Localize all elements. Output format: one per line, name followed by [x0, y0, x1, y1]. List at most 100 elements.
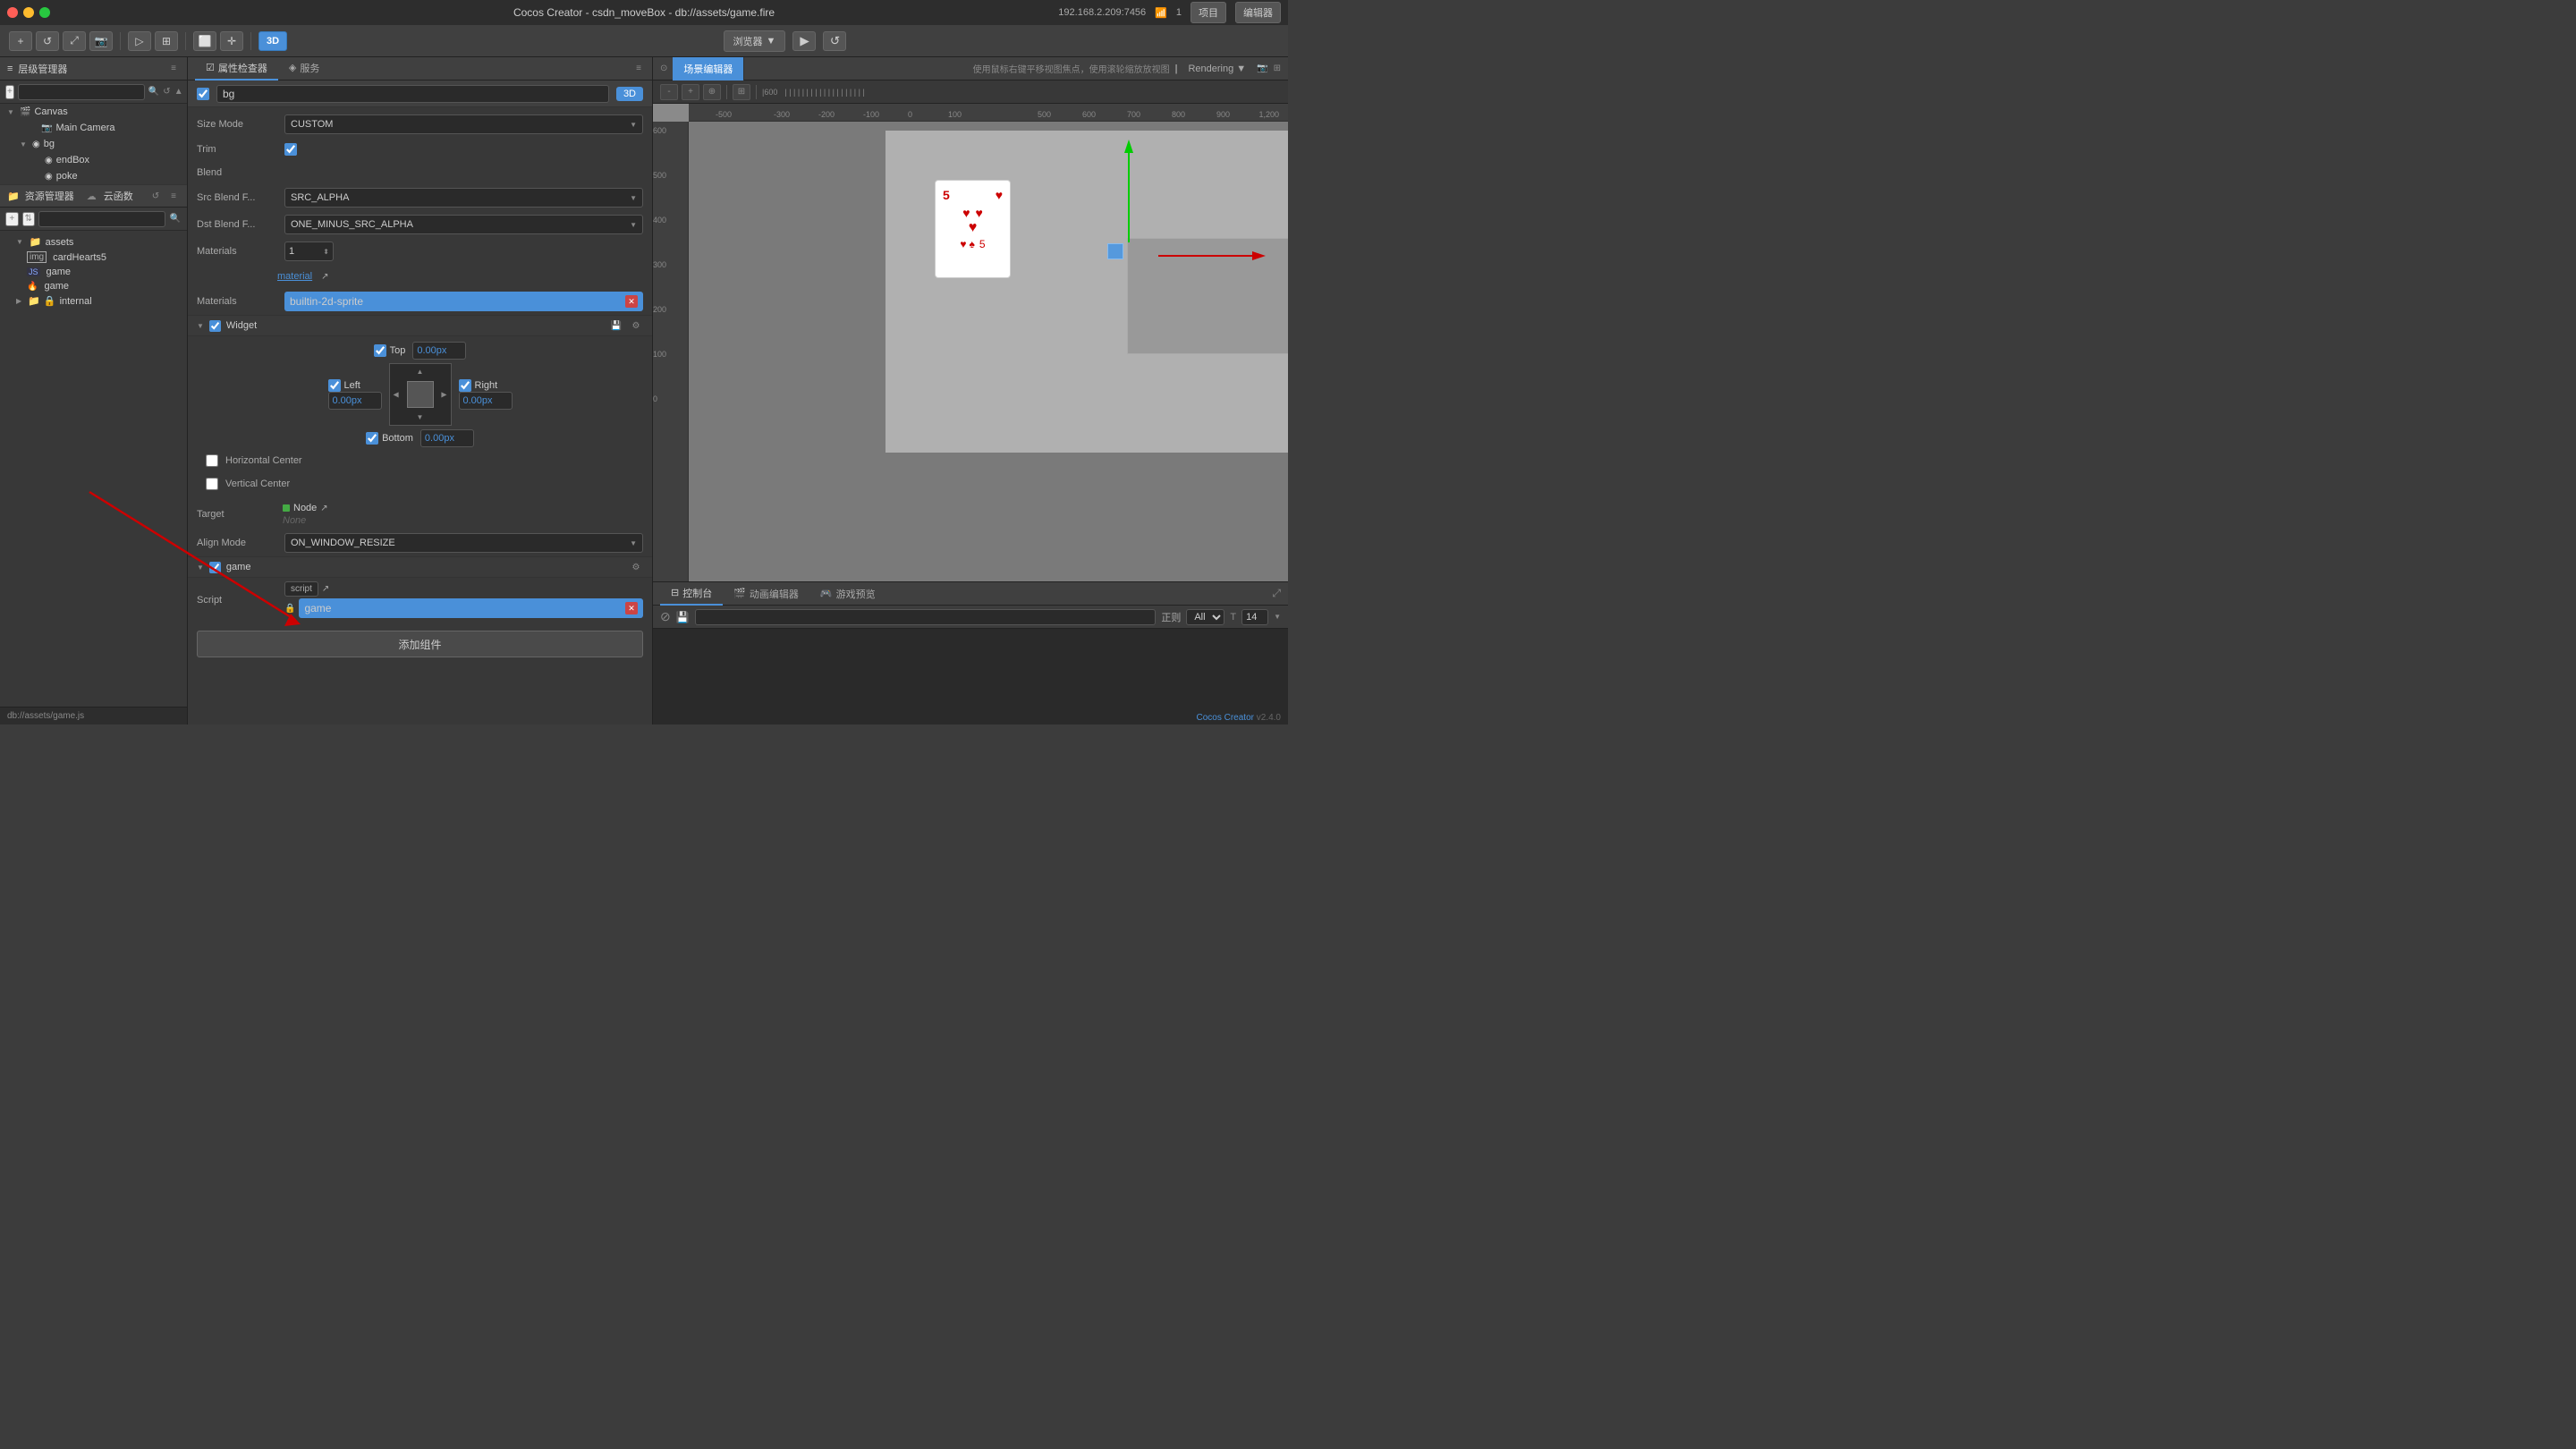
fit-button[interactable]: ⤢	[63, 31, 86, 51]
assets-refresh-icon[interactable]: ↺	[149, 190, 162, 202]
game-section-checkbox[interactable]	[209, 562, 221, 573]
node-name-input[interactable]	[216, 85, 609, 103]
h-center-checkbox[interactable]	[206, 454, 218, 467]
game-section-header[interactable]: ▼ game ⚙	[188, 556, 652, 578]
editor-button[interactable]: 编辑器	[1235, 2, 1281, 23]
scene-card-object[interactable]: 5 ♥ ♥ ♥ ♥ ♥ ♠ 5	[935, 180, 1011, 278]
hierarchy-menu-icon[interactable]: ≡	[167, 63, 180, 75]
console-level-select[interactable]: All	[1186, 609, 1224, 625]
console-filter-input[interactable]	[695, 609, 1157, 625]
zoom-fit-button[interactable]: ⊕	[703, 84, 721, 100]
asset-game-js[interactable]: JS game	[0, 265, 187, 279]
align-mode-select[interactable]: ON_WINDOW_RESIZE ▼	[284, 533, 643, 553]
dst-blend-value: ONE_MINUS_SRC_ALPHA ▼	[284, 215, 643, 234]
add-node-button[interactable]: +	[9, 31, 32, 51]
refresh-game-button[interactable]: ↺	[823, 31, 846, 51]
tree-item-main-camera[interactable]: 📷 Main Camera	[0, 120, 187, 136]
src-blend-select[interactable]: SRC_ALPHA ▼	[284, 188, 643, 208]
console-tab[interactable]: ⊟ 控制台	[660, 582, 723, 606]
dst-blend-select[interactable]: ONE_MINUS_SRC_ALPHA ▼	[284, 215, 643, 234]
game-section-title: game	[226, 562, 623, 572]
hierarchy-search-icon[interactable]: 🔍	[148, 85, 159, 99]
zoom-out-button[interactable]: -	[660, 84, 678, 100]
inspector-tab[interactable]: ☑ 属性检查器	[195, 57, 278, 80]
zoom-in-button[interactable]: +	[682, 84, 699, 100]
size-mode-select[interactable]: CUSTOM ▼	[284, 114, 643, 134]
tree-item-poke[interactable]: ◉ poke	[0, 168, 187, 184]
move-button[interactable]: ✛	[220, 31, 243, 51]
materials-field-clear-button[interactable]: ✕	[625, 295, 638, 308]
widget-bottom-check-label: Bottom	[366, 432, 413, 445]
widget-bottom-checkbox[interactable]	[366, 432, 378, 445]
widget-save-icon[interactable]: 💾	[609, 318, 623, 333]
inspector-tabs: ☑ 属性检查器 ◈ 服务	[195, 57, 330, 80]
tree-item-bg[interactable]: ▼ ◉ bg	[0, 136, 187, 152]
asset-game-fire[interactable]: 🔥 game	[0, 279, 187, 293]
v-center-checkbox[interactable]	[206, 478, 218, 490]
maximize-button[interactable]	[39, 7, 50, 18]
gizmo-y-axis	[1120, 135, 1138, 251]
asset-internal[interactable]: ▶ 📁 🔒 internal	[0, 293, 187, 309]
script-field-input[interactable]: game ✕	[299, 598, 643, 618]
animation-tab[interactable]: 🎬 动画编辑器	[723, 582, 809, 606]
widget-right-input[interactable]	[459, 392, 513, 410]
screenshot-button[interactable]: 📷	[89, 31, 113, 51]
rendering-button[interactable]: Rendering ▼	[1182, 62, 1251, 76]
bottom-panel: ⊟ 控制台 🎬 动画编辑器 🎮 游戏预览 ⤢ ⊘ 💾	[653, 581, 1288, 724]
blend-label: Blend	[197, 167, 277, 178]
inspector-3d-button[interactable]: 3D	[616, 87, 643, 101]
widget-gear-icon[interactable]: ⚙	[629, 318, 643, 333]
gamefire-icon: 🔥	[27, 282, 38, 292]
assets-add-button[interactable]: +	[5, 212, 19, 226]
trim-checkbox[interactable]	[284, 143, 297, 156]
minimize-button[interactable]	[23, 7, 34, 18]
widget-bottom-input[interactable]	[420, 429, 474, 447]
hierarchy-search-input[interactable]	[18, 84, 145, 100]
play-button[interactable]: ▶	[792, 31, 816, 51]
widget-section-header[interactable]: ▼ Widget 💾 ⚙	[188, 315, 652, 336]
refresh-button[interactable]: ↺	[36, 31, 59, 51]
3d-button[interactable]: 3D	[258, 31, 287, 51]
hierarchy-add-button[interactable]: +	[5, 85, 14, 99]
console-font-size-input[interactable]	[1241, 609, 1268, 625]
main-toolbar: + ↺ ⤢ 📷 ▷ ⊞ ⬜ ✛ 3D 浏览器 ▼ ▶ ↺	[0, 25, 1288, 57]
script-field-clear-button[interactable]: ✕	[625, 602, 638, 614]
scene-editor-tab[interactable]: 场景编辑器	[673, 57, 744, 80]
close-button[interactable]	[7, 7, 18, 18]
play-mode-button[interactable]: ▷	[128, 31, 151, 51]
materials-count-input[interactable]: 1 ⬍	[284, 242, 334, 261]
project-button[interactable]: 项目	[1191, 2, 1226, 23]
widget-right-checkbox[interactable]	[459, 379, 471, 392]
tree-item-endbox[interactable]: ◉ endBox	[0, 152, 187, 168]
game-preview-tab[interactable]: 🎮 游戏预览	[809, 582, 886, 606]
asset-assets-folder[interactable]: ▼ 📁 assets	[0, 234, 187, 250]
grid-button[interactable]: ⊞	[733, 84, 750, 100]
console-save-icon[interactable]: 💾	[676, 611, 690, 623]
target-node-label: Node	[293, 503, 317, 513]
layout-button[interactable]: ⊞	[155, 31, 178, 51]
materials-field-input[interactable]: builtin-2d-sprite ✕	[284, 292, 643, 311]
assets-search-input[interactable]	[38, 211, 165, 227]
assets-menu-icon[interactable]: ≡	[167, 190, 180, 202]
inspector-menu-icon[interactable]: ≡	[632, 63, 645, 75]
rect-button[interactable]: ⬜	[193, 31, 216, 51]
widget-section-checkbox[interactable]	[209, 320, 221, 332]
widget-left-checkbox[interactable]	[328, 379, 341, 392]
service-tab[interactable]: ◈ 服务	[278, 57, 330, 80]
scene-view[interactable]: -500 -300 -200 -100 0 100 500 600 700 80…	[653, 104, 1288, 581]
console-expand-icon[interactable]: ⤢	[1272, 587, 1281, 600]
asset-cardhearts5[interactable]: img cardHearts5	[0, 250, 187, 265]
widget-top-checkbox[interactable]	[374, 344, 386, 357]
widget-top-input[interactable]	[412, 342, 466, 360]
tree-item-canvas[interactable]: ▼ 🎬 Canvas	[0, 104, 187, 120]
hierarchy-refresh-icon[interactable]: ↺	[163, 85, 170, 99]
add-component-button[interactable]: 添加组件	[197, 631, 643, 657]
browser-button[interactable]: 浏览器 ▼	[724, 30, 786, 52]
console-block-icon[interactable]: ⊘	[660, 609, 671, 624]
assets-sort-button[interactable]: ⇅	[22, 212, 36, 226]
hierarchy-collapse-icon[interactable]: ▲	[174, 85, 183, 99]
node-active-checkbox[interactable]	[197, 88, 209, 100]
widget-left-input[interactable]	[328, 392, 382, 410]
assets-search-icon[interactable]: 🔍	[169, 212, 182, 226]
game-gear-icon[interactable]: ⚙	[629, 560, 643, 574]
